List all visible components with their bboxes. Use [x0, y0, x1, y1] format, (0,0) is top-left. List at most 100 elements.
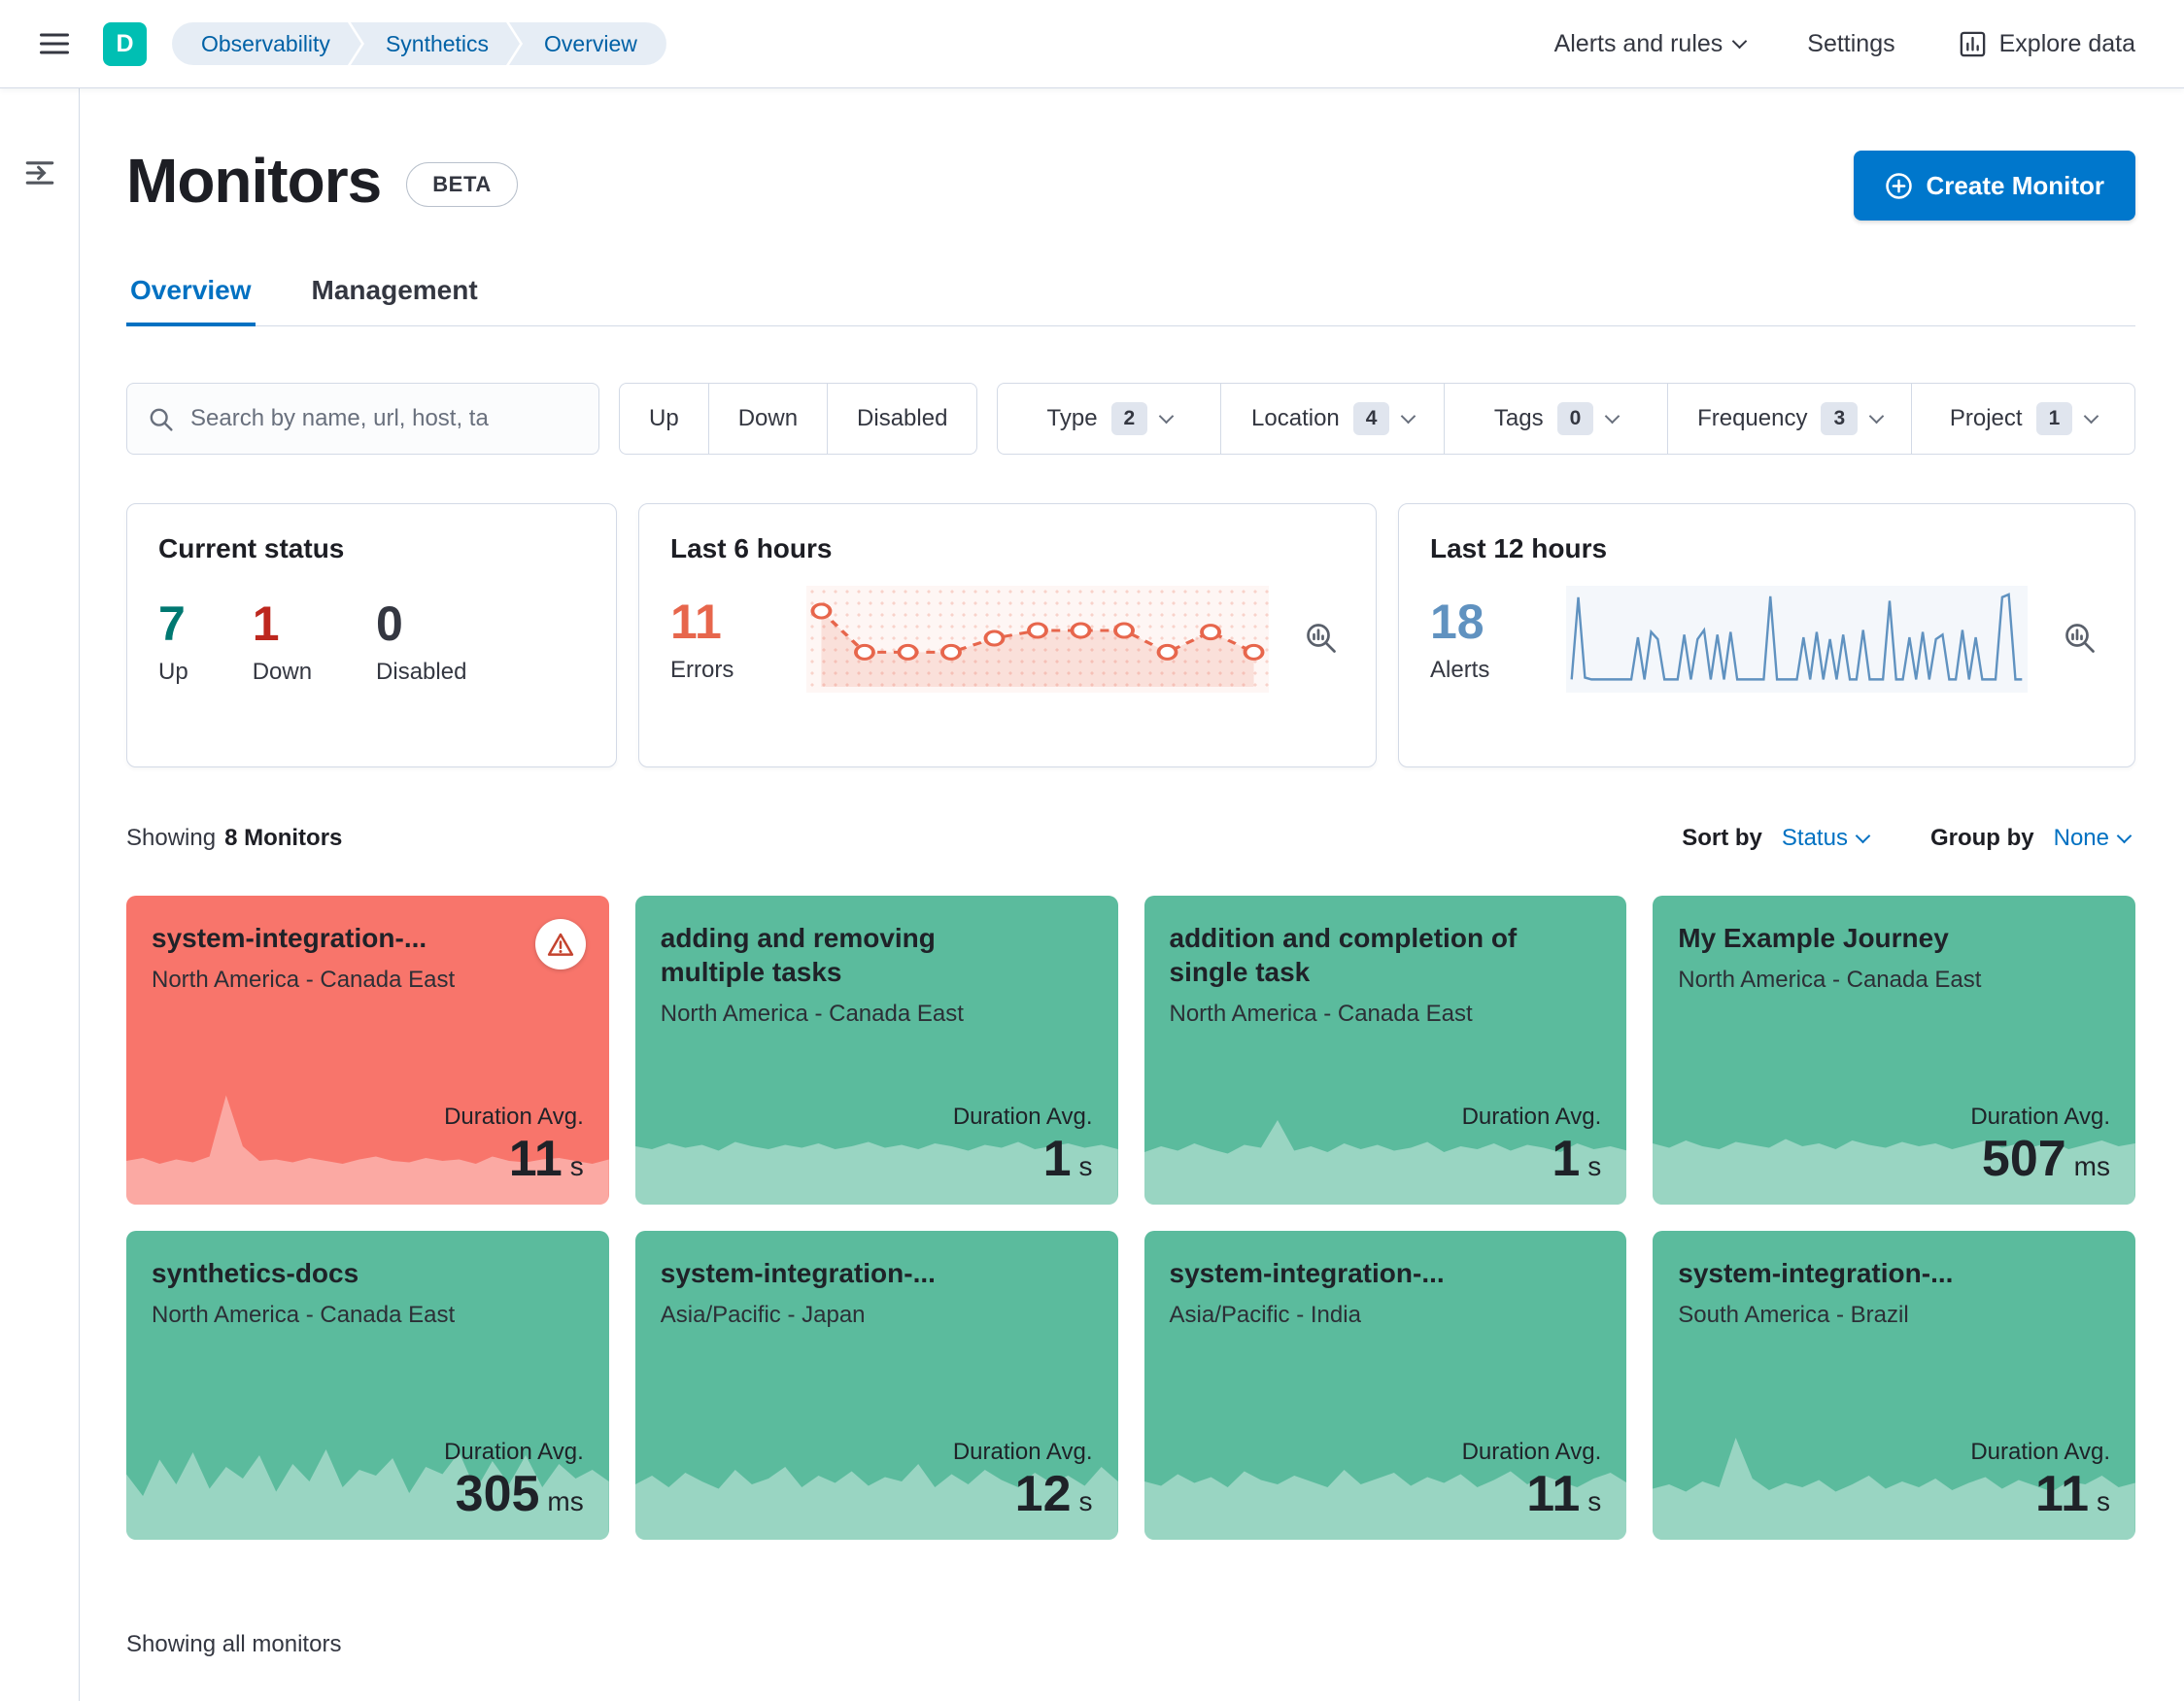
- duration-label: Duration Avg.: [1970, 1104, 2110, 1131]
- monitor-card[interactable]: system-integration-... Asia/Pacific - In…: [1143, 1231, 1627, 1540]
- chevron-down-icon: [1158, 408, 1175, 424]
- breadcrumb-item[interactable]: Overview: [509, 22, 666, 65]
- create-monitor-label: Create Monitor: [1926, 170, 2104, 200]
- filter-dropdown-button[interactable]: Type 2: [997, 383, 1222, 455]
- monitor-card[interactable]: addition and completion of single task N…: [1143, 896, 1627, 1205]
- filter-count-badge: 4: [1352, 402, 1390, 435]
- monitor-location: North America - Canada East: [1678, 967, 1982, 993]
- duration-unit: s: [1587, 1486, 1602, 1517]
- inspect-errors-button[interactable]: [1298, 615, 1345, 664]
- chevron-down-icon: [2116, 828, 2133, 843]
- breadcrumb-item[interactable]: Synthetics: [351, 22, 520, 65]
- monitor-location: South America - Brazil: [1678, 1302, 1909, 1328]
- duration-stat: Duration Avg. 11 s: [1462, 1439, 1602, 1524]
- sort-by-select[interactable]: Status: [1776, 824, 1874, 853]
- filter-dropdown-label: Project: [1949, 405, 2023, 431]
- alerts-and-rules-menu[interactable]: Alerts and rules: [1549, 29, 1752, 59]
- settings-link[interactable]: Settings: [1801, 29, 1900, 59]
- page-header: Monitors BETA Create Monitor: [126, 145, 2135, 221]
- duration-stat: Duration Avg. 1s: [1462, 1104, 1602, 1189]
- group-by-select[interactable]: None: [2048, 824, 2135, 853]
- group-by-value: None: [2053, 825, 2109, 851]
- chevron-down-icon: [1401, 408, 1416, 424]
- status-filter-button[interactable]: Disabled: [827, 383, 978, 455]
- alerts-sparkline-chart: [1566, 586, 2028, 693]
- tab[interactable]: Management: [308, 275, 482, 325]
- errors-value: 11: [670, 594, 722, 649]
- duration-value: 11: [1526, 1466, 1581, 1523]
- status-stat: 1 Down: [253, 597, 312, 686]
- explore-data-link[interactable]: Explore data: [1952, 28, 2141, 60]
- tabs: Overview Management: [126, 275, 2135, 326]
- duration-stat: Duration Avg. 507 ms: [1970, 1104, 2110, 1189]
- monitor-card[interactable]: system-integration-... Asia/Pacific - Ja…: [634, 1231, 1118, 1540]
- duration-label: Duration Avg.: [1970, 1439, 2110, 1466]
- duration-stat: Duration Avg. 11 s: [1970, 1439, 2110, 1524]
- last-6-hours-title: Last 6 hours: [670, 533, 833, 563]
- monitor-card[interactable]: My Example Journey North America - Canad…: [1653, 896, 2135, 1205]
- inspect-alerts-button[interactable]: [2057, 615, 2103, 664]
- group-by-control: Group by None: [1930, 824, 2135, 853]
- duration-value: 12: [1014, 1466, 1072, 1523]
- current-status-panel: Current status 7 Up 1 Down 0 Disabled: [126, 503, 617, 767]
- breadcrumb: Observability Synthetics Overview: [172, 22, 666, 65]
- duration-unit: s: [2097, 1486, 2110, 1517]
- errors-stat: 11 Errors: [670, 595, 777, 684]
- duration-unit: s: [1587, 1151, 1602, 1182]
- monitor-card[interactable]: synthetics-docs North America - Canada E…: [126, 1231, 609, 1540]
- monitor-card[interactable]: system-integration-... South America - B…: [1653, 1231, 2135, 1540]
- last-6-hours-panel: Last 6 hours 11 Errors: [638, 503, 1377, 767]
- create-monitor-button[interactable]: Create Monitor: [1853, 151, 2135, 221]
- status-filter-button[interactable]: Down: [707, 383, 829, 455]
- stat-label: Down: [252, 659, 313, 685]
- topbar-actions: Alerts and rules Settings Explore data: [1549, 28, 2141, 60]
- duration-value: 1: [1042, 1131, 1072, 1188]
- hamburger-menu-button[interactable]: [29, 18, 80, 69]
- duration-unit: s: [1078, 1151, 1093, 1182]
- duration-value: 507: [1981, 1131, 2066, 1188]
- search-input[interactable]: [188, 404, 579, 433]
- duration-value: 1: [1552, 1131, 1581, 1188]
- current-status-title: Current status: [158, 533, 345, 563]
- sort-by-control: Sort by Status: [1682, 824, 1874, 853]
- monitor-location: Asia/Pacific - Japan: [660, 1302, 866, 1328]
- duration-unit: ms: [2073, 1151, 2110, 1182]
- duration-stat: Duration Avg. 11 s: [444, 1104, 584, 1189]
- list-header: Showing 8 Monitors Sort by Status Group …: [126, 824, 2135, 853]
- monitor-card[interactable]: system-integration-... North America - C…: [126, 896, 609, 1205]
- duration-stat: Duration Avg. 1s: [953, 1104, 1093, 1189]
- expand-nav-button[interactable]: [16, 149, 64, 197]
- expand-menu-icon: [25, 161, 53, 185]
- monitor-name: synthetics-docs: [152, 1258, 359, 1288]
- chevron-down-icon: [2083, 408, 2099, 424]
- filter-dropdown-button[interactable]: Location 4: [1220, 383, 1446, 455]
- duration-label: Duration Avg.: [952, 1439, 1093, 1466]
- filter-dropdown-button[interactable]: Frequency 3: [1667, 383, 1913, 455]
- duration-unit: s: [569, 1151, 584, 1182]
- last-12-hours-panel: Last 12 hours 18 Alerts: [1398, 503, 2135, 767]
- search-icon: [150, 408, 173, 431]
- beta-badge: BETA: [406, 162, 518, 207]
- top-navigation-bar: D Observability Synthetics Overview Alerts…: [0, 0, 2184, 88]
- duration-label: Duration Avg.: [444, 1104, 584, 1131]
- showing-label: Showing: [126, 825, 217, 851]
- sort-by-label: Sort by: [1682, 825, 1762, 851]
- alerts-value: 18: [1430, 594, 1484, 649]
- monitor-card[interactable]: adding and removing multiple tasks North…: [634, 896, 1118, 1205]
- tab[interactable]: Overview: [126, 275, 256, 326]
- duration-unit: ms: [547, 1486, 584, 1517]
- filter-dropdown-group: Type 2 Location 4 Tags 0 Frequency 3 Pro…: [997, 383, 2136, 455]
- monitor-location: North America - Canada East: [660, 1001, 964, 1027]
- status-filter-button[interactable]: Up: [619, 383, 709, 455]
- space-avatar[interactable]: D: [103, 21, 147, 66]
- filter-dropdown-button[interactable]: Tags 0: [1444, 383, 1669, 455]
- search-box: [126, 383, 599, 455]
- duration-value: 305: [455, 1466, 540, 1523]
- main-content: Monitors BETA Create Monitor Overview Man…: [80, 88, 2184, 1701]
- duration-unit: s: [1078, 1486, 1093, 1517]
- filter-dropdown-button[interactable]: Project 1: [1911, 383, 2136, 455]
- alerts-and-rules-label: Alerts and rules: [1553, 29, 1723, 57]
- filter-count-badge: 0: [1556, 402, 1594, 435]
- hamburger-menu-icon: [40, 33, 69, 54]
- breadcrumb-item[interactable]: Observability: [172, 22, 361, 65]
